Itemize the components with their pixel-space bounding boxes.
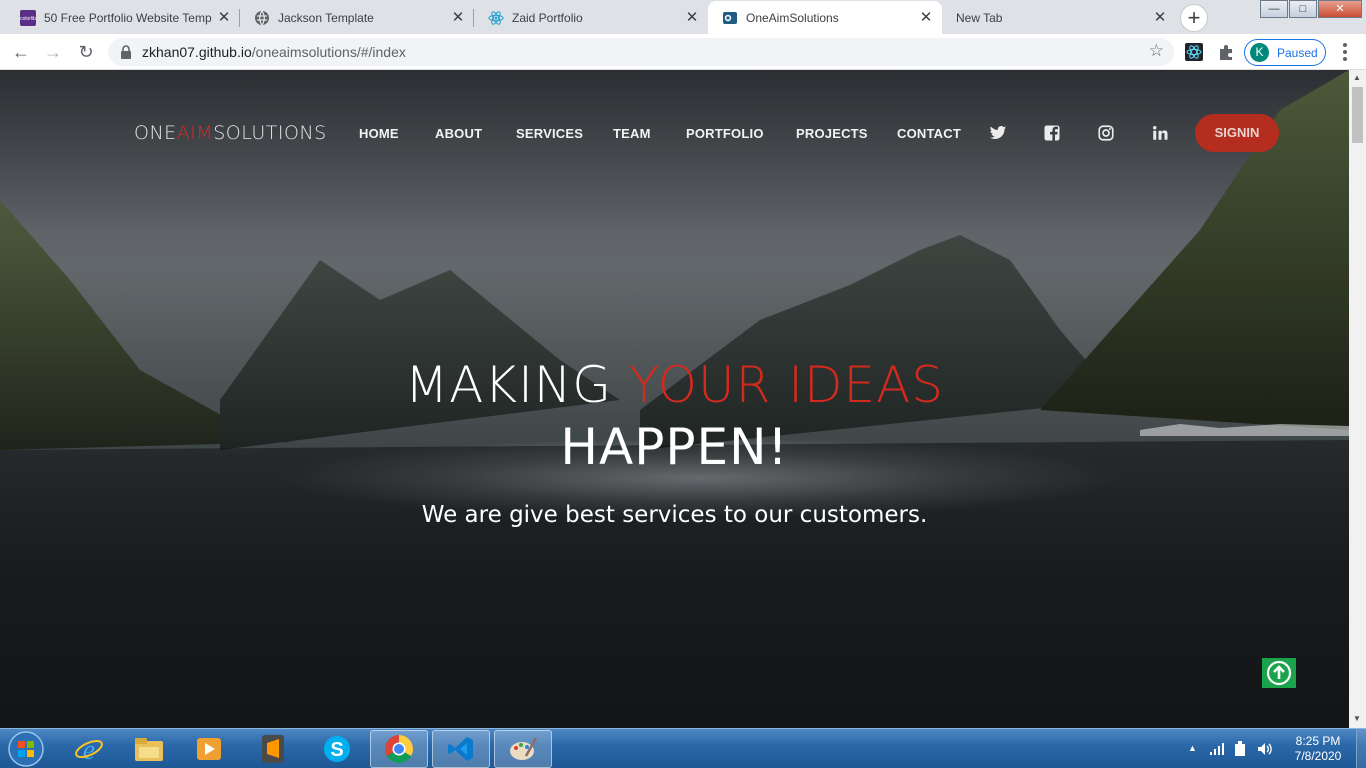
- vscode-icon: [448, 737, 473, 761]
- show-desktop-button[interactable]: [1356, 729, 1366, 768]
- nav-about[interactable]: ABOUT: [435, 126, 482, 141]
- brand-part-aim: AIM: [176, 122, 214, 144]
- nav-services[interactable]: SERVICES: [516, 126, 583, 141]
- back-icon[interactable]: ←: [9, 40, 33, 64]
- colorlib-icon: colorlib: [20, 9, 36, 26]
- show-hidden-icons[interactable]: ▲: [1188, 743, 1197, 753]
- signin-button[interactable]: SIGNIN: [1195, 114, 1279, 152]
- bookmark-star-icon[interactable]: ☆: [1149, 41, 1164, 61]
- tab-title: Zaid Portfolio: [512, 10, 583, 25]
- url-path: /oneaimsolutions/#/index: [251, 44, 406, 60]
- windows-taskbar: e S ▲ 8:25 PM 7/8/2020: [0, 728, 1366, 768]
- nav-contact[interactable]: CONTACT: [897, 126, 961, 141]
- nav-portfolio[interactable]: PORTFOLIO: [686, 126, 764, 141]
- close-tab-icon[interactable]: ✕: [918, 9, 934, 26]
- hero-section: ONEAIMSOLUTIONS HOME ABOUT SERVICES TEAM…: [0, 70, 1349, 728]
- close-tab-icon[interactable]: ✕: [1152, 9, 1168, 26]
- nav-home[interactable]: HOME: [359, 126, 399, 141]
- svg-text:colorlib: colorlib: [20, 16, 36, 22]
- tab-title: 50 Free Portfolio Website Temp: [44, 10, 212, 25]
- extensions-icon[interactable]: [1217, 43, 1235, 61]
- scroll-up-arrow-icon[interactable]: ▲: [1353, 73, 1361, 82]
- forward-icon[interactable]: →: [41, 40, 65, 64]
- react-icon: [488, 10, 504, 26]
- nav-team[interactable]: TEAM: [613, 126, 651, 141]
- reload-icon[interactable]: ↻: [74, 40, 98, 64]
- new-tab-button[interactable]: +: [1180, 4, 1208, 32]
- clock-time: 8:25 PM: [1295, 734, 1341, 748]
- taskbar-chrome[interactable]: [370, 730, 428, 768]
- window-controls: — □ ✕: [1259, 0, 1362, 18]
- file-explorer-icon: [135, 738, 163, 761]
- taskbar-media-player[interactable]: [180, 730, 238, 768]
- skype-icon: S: [324, 736, 350, 762]
- chrome-icon: [385, 735, 413, 763]
- tab-colorlib[interactable]: colorlib 50 Free Portfolio Website Temp …: [6, 1, 240, 34]
- taskbar-internet-explorer[interactable]: e: [60, 730, 118, 768]
- taskbar-vscode[interactable]: [432, 730, 490, 768]
- browser-toolbar: ← → ↻ zkhan07.github.io/oneaimsolutions/…: [0, 34, 1366, 70]
- page-scrollbar[interactable]: ▲ ▼: [1349, 70, 1366, 728]
- hero-heading-highlight: YOUR IDEAS: [628, 356, 945, 414]
- paint-icon: [510, 737, 538, 760]
- svg-text:e: e: [83, 735, 95, 764]
- facebook-icon[interactable]: [1043, 124, 1061, 142]
- network-signal-icon[interactable]: [1209, 742, 1225, 755]
- minimize-button[interactable]: —: [1260, 0, 1288, 18]
- windows-logo-icon: [8, 731, 44, 767]
- arrow-up-circle-icon: [1266, 660, 1292, 686]
- twitter-icon[interactable]: [989, 124, 1007, 142]
- url-text: zkhan07.github.io/oneaimsolutions/#/inde…: [142, 44, 406, 60]
- hero-heading-white: MAKING: [404, 356, 629, 414]
- brand-part-solutions: SOLUTIONS: [213, 122, 327, 144]
- oneaim-icon: [722, 10, 738, 26]
- taskbar-paint[interactable]: [494, 730, 552, 768]
- volume-icon[interactable]: [1256, 741, 1272, 757]
- system-clock[interactable]: 8:25 PM 7/8/2020: [1290, 734, 1346, 764]
- address-bar[interactable]: zkhan07.github.io/oneaimsolutions/#/inde…: [108, 38, 1174, 66]
- sublime-text-icon: [262, 735, 284, 763]
- tab-strip: colorlib 50 Free Portfolio Website Temp …: [0, 0, 1366, 34]
- tab-zaid[interactable]: Zaid Portfolio ✕: [474, 1, 708, 34]
- tab-jackson[interactable]: Jackson Template ✕: [240, 1, 474, 34]
- taskbar-skype[interactable]: S: [308, 730, 366, 768]
- start-button[interactable]: [4, 730, 48, 768]
- clock-date: 7/8/2020: [1294, 749, 1342, 763]
- tab-title: OneAimSolutions: [746, 10, 839, 25]
- scroll-down-arrow-icon[interactable]: ▼: [1353, 714, 1361, 723]
- instagram-icon[interactable]: [1097, 124, 1115, 142]
- globe-icon: [254, 10, 270, 26]
- internet-explorer-icon: e: [75, 735, 103, 764]
- tab-oneaimsolutions[interactable]: OneAimSolutions ✕: [708, 1, 942, 34]
- hero-heading-line2: HAPPEN!: [560, 418, 789, 476]
- url-host: zkhan07.github.io: [142, 44, 252, 60]
- lock-icon: [121, 45, 131, 59]
- avatar: K: [1250, 43, 1269, 62]
- scrollbar-thumb[interactable]: [1352, 87, 1363, 143]
- tab-title: New Tab: [956, 10, 1003, 25]
- more-menu-icon[interactable]: [1343, 43, 1347, 64]
- taskbar-sublime-text[interactable]: [244, 730, 302, 768]
- scroll-to-top-button[interactable]: [1262, 658, 1296, 688]
- close-tab-icon[interactable]: ✕: [684, 9, 700, 26]
- taskbar-file-explorer[interactable]: [120, 730, 178, 768]
- maximize-button[interactable]: □: [1289, 0, 1317, 18]
- linkedin-icon[interactable]: [1151, 124, 1169, 142]
- tab-title: Jackson Template: [278, 10, 374, 25]
- close-window-button[interactable]: ✕: [1318, 0, 1362, 18]
- power-icon[interactable]: [1233, 741, 1247, 757]
- hero-subtitle: We are give best services to our custome…: [421, 502, 928, 528]
- brand-logo[interactable]: ONEAIMSOLUTIONS: [134, 122, 327, 144]
- svg-text:S: S: [330, 739, 343, 761]
- hero-heading-line1: MAKING YOUR IDEAS: [0, 356, 1349, 414]
- tab-new-tab[interactable]: New Tab ✕: [942, 1, 1176, 34]
- nav-projects[interactable]: PROJECTS: [796, 126, 868, 141]
- media-player-icon: [197, 738, 221, 760]
- profile-button[interactable]: K Paused: [1244, 39, 1326, 66]
- brand-part-one: ONE: [134, 122, 177, 144]
- profile-status: Paused: [1277, 45, 1318, 60]
- close-tab-icon[interactable]: ✕: [450, 9, 466, 26]
- react-devtools-icon[interactable]: [1185, 43, 1203, 61]
- close-tab-icon[interactable]: ✕: [216, 9, 232, 26]
